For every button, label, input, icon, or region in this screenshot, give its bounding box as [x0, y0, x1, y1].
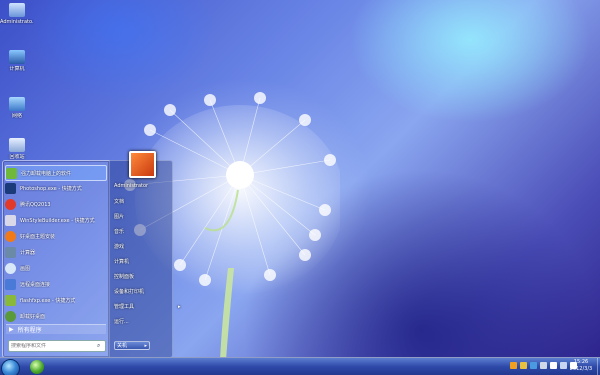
menu-item-label: 图片: [114, 214, 125, 220]
uninstall-icon: [6, 167, 17, 179]
theme-icon: [5, 230, 16, 242]
shutdown-label: 关机: [117, 343, 128, 349]
all-programs-button[interactable]: ▶ 所有程序: [6, 324, 106, 334]
tray-icon[interactable]: [520, 362, 527, 369]
pen-icon: [5, 214, 16, 226]
menu-item-label: 运行...: [114, 319, 129, 325]
taskbar-app-icon[interactable]: [30, 360, 44, 374]
calculator-icon: [5, 246, 16, 258]
program-label: 计算器: [20, 249, 36, 256]
recycle-bin-icon: [9, 138, 25, 152]
menu-item-computer[interactable]: 计算机: [114, 258, 129, 265]
menu-item-documents[interactable]: 文档: [114, 198, 124, 205]
start-menu-programs-pane: 强力卸载电脑上的软件 Photoshop.exe - 快捷方式 腾讯QQ2013…: [2, 160, 110, 358]
menu-item-label: 控制面板: [114, 274, 135, 280]
menu-item-control-panel[interactable]: 控制面板: [114, 273, 134, 280]
user-folder-icon: [9, 3, 25, 17]
user-picture-icon[interactable]: [129, 151, 156, 178]
chevron-right-icon[interactable]: ▸: [144, 343, 147, 349]
clock-date: 2012/3/3: [569, 366, 593, 372]
menu-item-admin-tools[interactable]: 管理工具 ▸: [114, 303, 181, 310]
desktop-icon-label: 计算机: [9, 66, 25, 72]
program-label: 远程桌面连接: [20, 281, 51, 288]
network-tray-icon[interactable]: [550, 362, 557, 369]
tray-icon[interactable]: [530, 362, 537, 369]
start-button[interactable]: [1, 359, 20, 375]
network-icon: [9, 97, 25, 111]
program-item[interactable]: 远程桌面连接: [5, 277, 105, 291]
uninstall-theme-icon: [5, 310, 16, 322]
menu-item-games[interactable]: 游戏: [114, 243, 124, 250]
qq-icon: [5, 198, 16, 210]
program-label: Photoshop.exe - 快捷方式: [20, 185, 82, 192]
program-item[interactable]: 好桌面主题安装: [5, 229, 105, 243]
start-search-box[interactable]: ⌕: [8, 340, 106, 352]
program-label: 腾讯QQ2013: [20, 201, 51, 208]
arrow-right-icon: ▶: [9, 326, 14, 333]
desktop-icon-label: 网络: [11, 113, 22, 119]
program-label: 卸载好桌面: [20, 313, 46, 320]
menu-item-pictures[interactable]: 图片: [114, 213, 124, 220]
program-item[interactable]: flashfxp.exe - 快捷方式: [5, 293, 105, 307]
desktop-icon-recycle-bin[interactable]: 回收站: [0, 138, 34, 160]
computer-icon: [9, 50, 25, 64]
menu-item-devices-printers[interactable]: 设备和打印机: [114, 288, 144, 295]
menu-item-label: 音乐: [114, 229, 125, 235]
desktop-icon-label: Administrato...: [0, 19, 34, 25]
program-label: WinStyleBuilder.exe - 快捷方式: [20, 217, 95, 224]
program-item[interactable]: 卸载好桌面: [5, 309, 105, 323]
taskbar-clock[interactable]: 15:26 2012/3/3: [566, 359, 596, 373]
desktop-icon-administrator[interactable]: Administrato...: [0, 3, 34, 25]
tray-icon[interactable]: [540, 362, 547, 369]
shutdown-button[interactable]: 关机 ▸: [114, 341, 150, 350]
program-item[interactable]: 腾讯QQ2013: [5, 197, 105, 211]
menu-item-label: Administrator: [114, 183, 149, 189]
menu-item-label: 设备和打印机: [114, 289, 145, 295]
desktop: Administrato... 计算机 网络 回收站 强力卸载电脑上的软件 Ph…: [0, 0, 600, 375]
desktop-icon-computer[interactable]: 计算机: [0, 50, 34, 72]
program-item[interactable]: WinStyleBuilder.exe - 快捷方式: [5, 213, 105, 227]
program-label: 强力卸载电脑上的软件: [21, 170, 72, 177]
start-menu: 强力卸载电脑上的软件 Photoshop.exe - 快捷方式 腾讯QQ2013…: [2, 151, 181, 358]
flashfxp-icon: [5, 294, 16, 306]
menu-item-label: 文档: [114, 199, 125, 205]
program-item[interactable]: 计算器: [5, 245, 105, 259]
chevron-right-icon: ▸: [178, 304, 181, 310]
desktop-icon-network[interactable]: 网络: [0, 97, 34, 119]
tray-icon[interactable]: [510, 362, 517, 369]
program-label: 画图: [20, 265, 31, 272]
menu-item-administrator[interactable]: Administrator: [114, 183, 148, 189]
remote-desktop-icon: [5, 278, 16, 290]
all-programs-label: 所有程序: [17, 327, 42, 334]
paint-icon: [5, 262, 16, 274]
program-label: flashfxp.exe - 快捷方式: [20, 297, 76, 304]
search-icon[interactable]: ⌕: [97, 342, 100, 350]
menu-item-label: 计算机: [114, 259, 130, 265]
clock-time: 15:26: [573, 359, 589, 365]
program-item[interactable]: 画图: [5, 261, 105, 275]
taskbar: 15:26 2012/3/3: [0, 357, 600, 375]
search-input[interactable]: [9, 343, 97, 349]
program-item[interactable]: Photoshop.exe - 快捷方式: [5, 181, 105, 195]
menu-item-music[interactable]: 音乐: [114, 228, 124, 235]
menu-item-label: 游戏: [114, 244, 125, 250]
menu-item-label: 管理工具: [114, 304, 135, 310]
photoshop-icon: [5, 182, 16, 194]
program-item[interactable]: 强力卸载电脑上的软件: [5, 165, 107, 181]
program-label: 好桌面主题安装: [20, 233, 56, 240]
menu-item-run[interactable]: 运行...: [114, 318, 129, 325]
